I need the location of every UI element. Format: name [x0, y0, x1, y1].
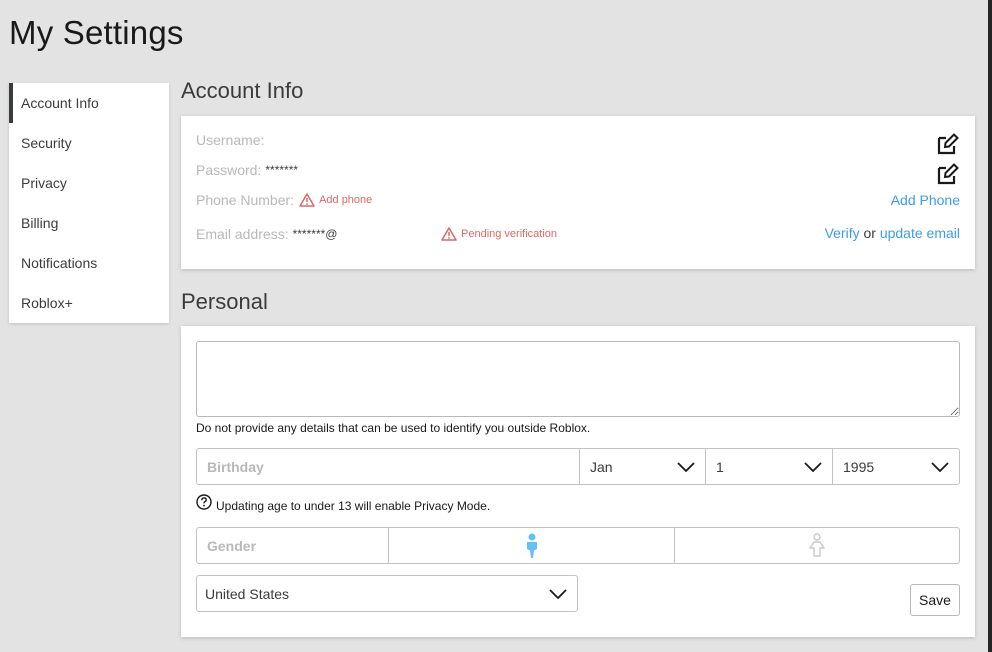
birthday-row: Birthday Jan 1 1995	[196, 448, 960, 485]
email-actions: Verify or update email	[825, 225, 960, 241]
verify-email-link[interactable]: Verify	[825, 225, 860, 241]
password-row: Password: *******	[196, 162, 298, 178]
warning-triangle-icon	[441, 227, 457, 241]
window-edge	[988, 0, 992, 652]
personal-heading: Personal	[181, 289, 268, 314]
question-circle-icon[interactable]	[196, 494, 212, 510]
chevron-down-icon	[549, 588, 567, 599]
account-info-card: Username: Password: ******* Phone Number…	[181, 116, 975, 269]
sidebar-item-notifications[interactable]: Notifications	[9, 243, 169, 283]
add-phone-link[interactable]: Add Phone	[891, 192, 960, 208]
birth-month-value: Jan	[590, 458, 613, 475]
birth-day-value: 1	[716, 458, 724, 475]
chevron-down-icon	[804, 461, 822, 472]
password-label: Password:	[196, 162, 262, 178]
male-icon	[526, 533, 537, 558]
bio-hint: Do not provide any details that can be u…	[196, 421, 591, 435]
phone-row: Phone Number: Add phone	[196, 192, 372, 208]
female-icon	[809, 532, 825, 557]
gender-female-option[interactable]	[674, 528, 959, 563]
email-value: *******@	[292, 227, 338, 241]
sidebar-item-roblox-plus[interactable]: Roblox+	[9, 283, 169, 323]
birth-day-select[interactable]: 1	[705, 449, 832, 484]
country-select[interactable]: United States	[196, 575, 578, 612]
sidebar-item-billing[interactable]: Billing	[9, 203, 169, 243]
email-warning: Pending verification	[441, 227, 557, 241]
password-value: *******	[265, 163, 299, 177]
save-button[interactable]: Save	[910, 584, 960, 616]
edit-password-icon[interactable]	[936, 162, 960, 186]
age-hint-text: Updating age to under 13 will enable Pri…	[216, 499, 491, 513]
birth-month-select[interactable]: Jan	[579, 449, 705, 484]
username-label: Username:	[196, 132, 265, 148]
birth-year-select[interactable]: 1995	[832, 449, 959, 484]
birthday-label: Birthday	[207, 458, 264, 475]
settings-sidebar: Account Info Security Privacy Billing No…	[9, 83, 169, 323]
phone-warning: Add phone	[299, 193, 372, 207]
chevron-down-icon	[931, 461, 949, 472]
or-text: or	[863, 225, 876, 241]
gender-male-option[interactable]	[388, 528, 674, 563]
age-hint: Updating age to under 13 will enable Pri…	[196, 494, 490, 513]
sidebar-item-account-info[interactable]: Account Info	[9, 83, 169, 123]
update-email-link[interactable]: update email	[880, 225, 960, 241]
email-warning-text: Pending verification	[461, 228, 558, 240]
chevron-down-icon	[677, 461, 695, 472]
page-title: My Settings	[9, 14, 184, 51]
birth-year-value: 1995	[843, 458, 875, 475]
account-info-heading: Account Info	[181, 78, 304, 103]
country-value: United States	[205, 585, 290, 602]
phone-warning-text: Add phone	[319, 194, 373, 206]
sidebar-item-privacy[interactable]: Privacy	[9, 163, 169, 203]
edit-username-icon[interactable]	[936, 132, 960, 156]
email-label: Email address:	[196, 226, 289, 242]
username-row: Username:	[196, 132, 268, 148]
bio-textarea[interactable]	[196, 341, 960, 417]
gender-label: Gender	[207, 537, 257, 554]
personal-card: Do not provide any details that can be u…	[181, 326, 975, 637]
email-row: Email address: *******@	[196, 226, 337, 242]
warning-triangle-icon	[299, 193, 315, 207]
sidebar-item-security[interactable]: Security	[9, 123, 169, 163]
gender-row: Gender	[196, 527, 960, 564]
phone-label: Phone Number:	[196, 192, 295, 208]
